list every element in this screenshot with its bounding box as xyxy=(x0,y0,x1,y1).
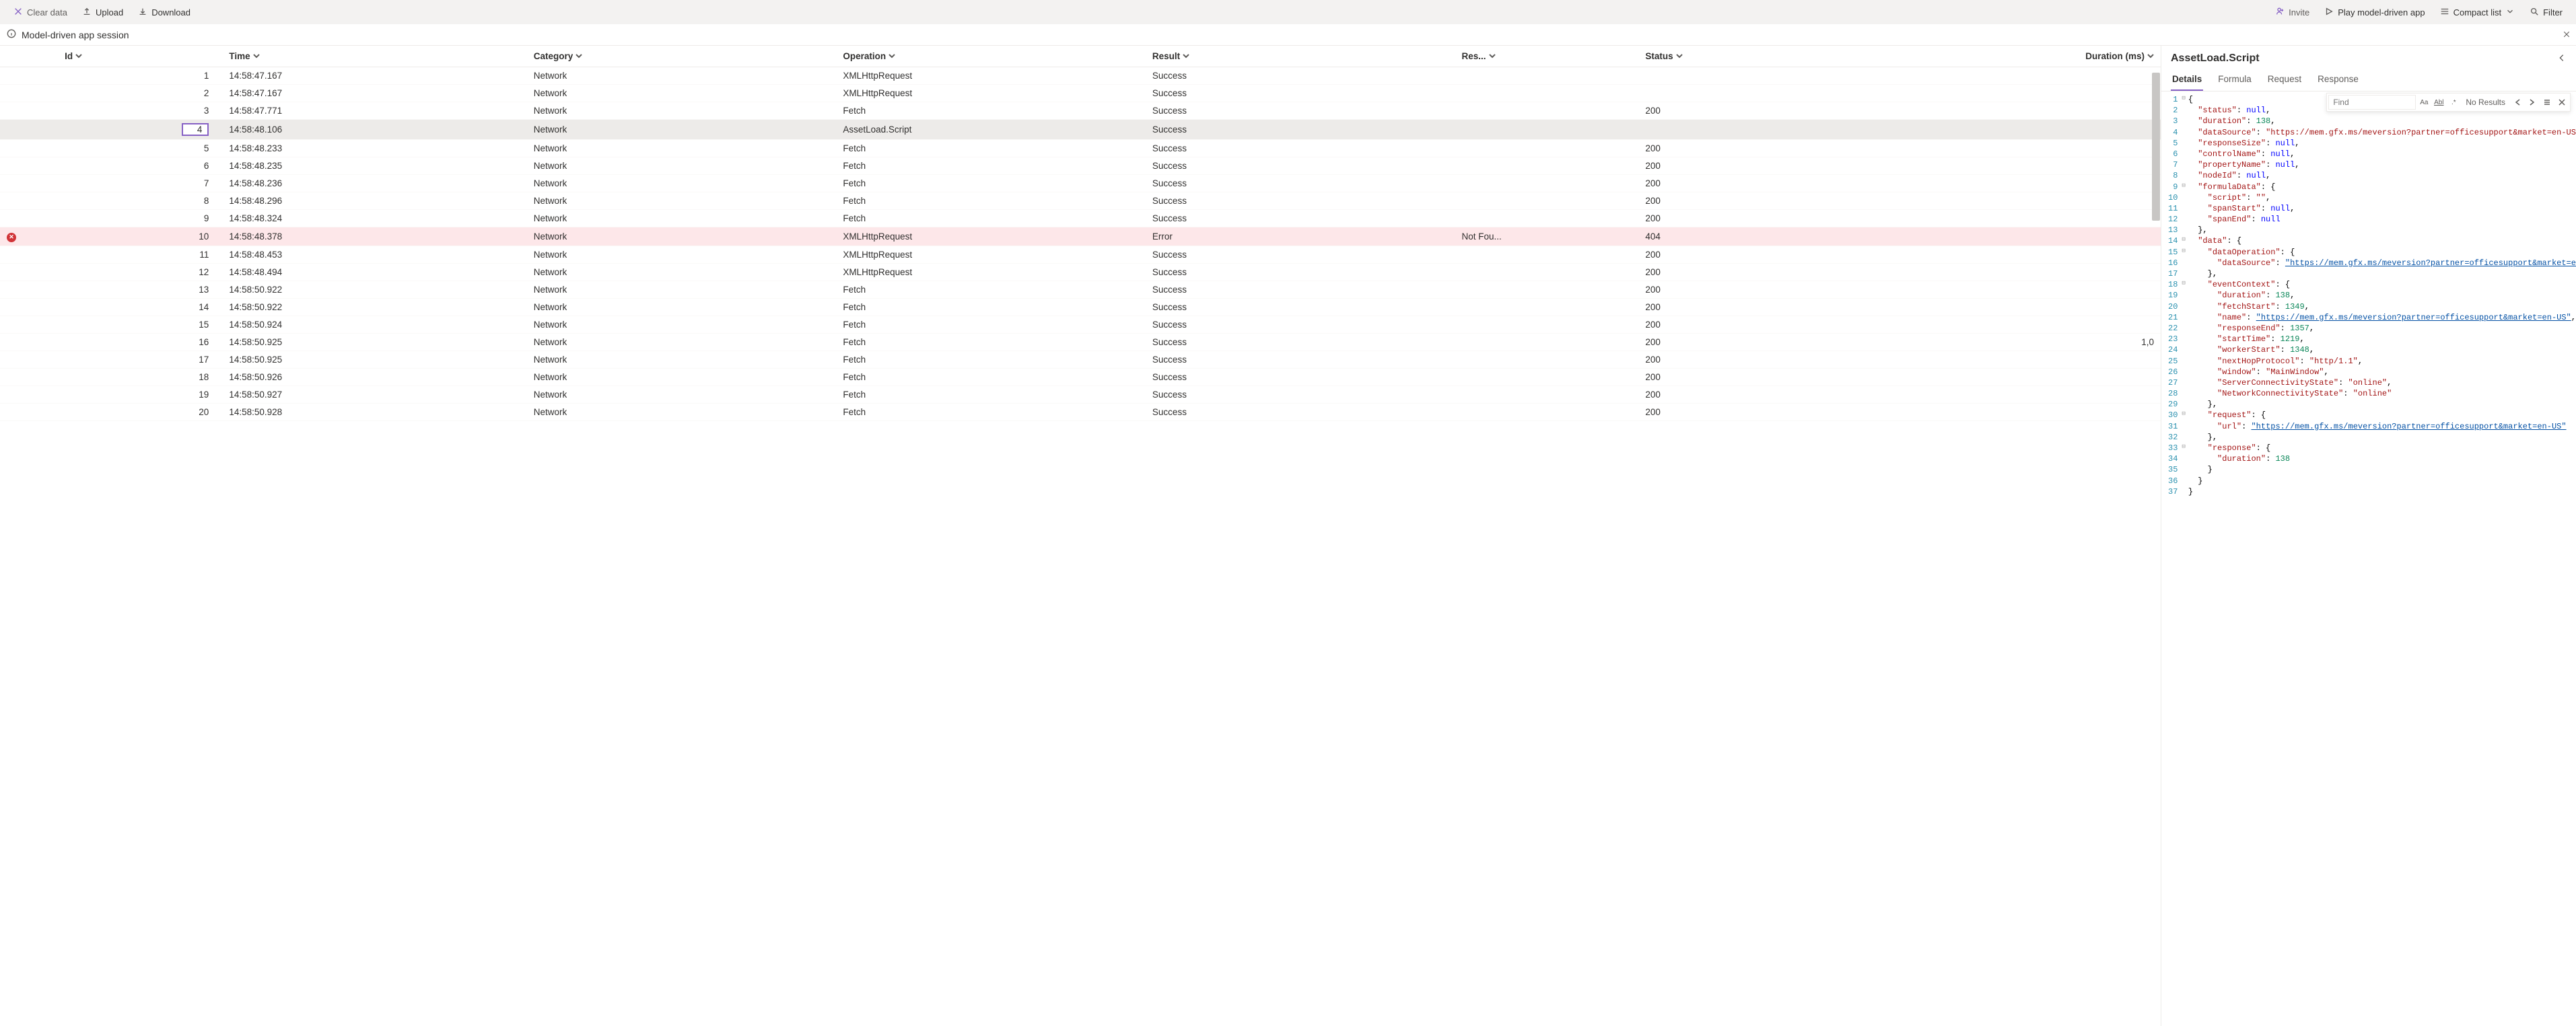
expand-button[interactable] xyxy=(2557,53,2567,65)
table-row[interactable]: 714:58:48.236NetworkFetchSuccess200 xyxy=(0,175,2161,192)
chevron-down-icon xyxy=(2147,51,2154,61)
chevron-down-icon xyxy=(1676,51,1683,61)
col-duration[interactable]: Duration (ms) xyxy=(1871,46,2161,67)
play-icon xyxy=(2324,7,2334,18)
person-icon xyxy=(2275,7,2285,18)
info-icon xyxy=(7,29,16,40)
download-button[interactable]: Download xyxy=(131,4,197,21)
events-table: Id Time Category Operation Result Res...… xyxy=(0,46,2161,421)
invite-button[interactable]: Invite xyxy=(2268,4,2316,21)
table-row[interactable]: 314:58:47.771NetworkFetchSuccess200 xyxy=(0,102,2161,120)
table-row[interactable]: 1614:58:50.925NetworkFetchSuccess2001,0 xyxy=(0,333,2161,351)
table-row[interactable]: 614:58:48.235NetworkFetchSuccess200 xyxy=(0,157,2161,175)
table-row[interactable]: 1414:58:50.922NetworkFetchSuccess200 xyxy=(0,298,2161,316)
tab-request[interactable]: Request xyxy=(2266,69,2303,91)
download-label: Download xyxy=(151,7,190,17)
clear-data-label: Clear data xyxy=(27,7,67,17)
find-next-button[interactable] xyxy=(2526,96,2539,109)
table-row[interactable]: 2014:58:50.928NetworkFetchSuccess200 xyxy=(0,403,2161,420)
col-result-msg[interactable]: Res... xyxy=(1455,46,1639,67)
col-result[interactable]: Result xyxy=(1146,46,1455,67)
chevron-down-icon xyxy=(1489,51,1496,61)
col-category[interactable]: Category xyxy=(527,46,837,67)
table-row[interactable]: 1514:58:50.924NetworkFetchSuccess200 xyxy=(0,316,2161,333)
col-status[interactable]: Status xyxy=(1638,46,1871,67)
upload-button[interactable]: Upload xyxy=(75,4,130,21)
play-app-button[interactable]: Play model-driven app xyxy=(2318,4,2431,21)
chevron-down-icon xyxy=(889,51,895,61)
upload-icon xyxy=(82,7,92,18)
toolbar: Clear data Upload Download Invite Play m… xyxy=(0,0,2576,24)
table-row[interactable]: 814:58:48.296NetworkFetchSuccess200 xyxy=(0,192,2161,210)
regex-button[interactable]: .* xyxy=(2447,96,2460,109)
chevron-down-icon xyxy=(253,51,260,61)
chevron-down-icon xyxy=(75,51,82,61)
find-results-label: No Results xyxy=(2462,98,2509,107)
table-row[interactable]: 1114:58:48.453NetworkXMLHttpRequestSucce… xyxy=(0,246,2161,263)
error-icon: ✕ xyxy=(7,233,16,242)
download-icon xyxy=(138,7,147,18)
match-case-button[interactable]: Aa xyxy=(2417,96,2431,109)
table-row[interactable]: 214:58:47.167NetworkXMLHttpRequestSucces… xyxy=(0,85,2161,102)
table-row[interactable]: 414:58:48.106NetworkAssetLoad.ScriptSucc… xyxy=(0,120,2161,140)
table-row[interactable]: ✕1014:58:48.378NetworkXMLHttpRequestErro… xyxy=(0,227,2161,246)
session-title: Model-driven app session xyxy=(22,30,129,40)
compact-label: Compact list xyxy=(2453,7,2502,17)
table-row[interactable]: 1814:58:50.926NetworkFetchSuccess200 xyxy=(0,368,2161,386)
filter-label: Filter xyxy=(2543,7,2563,17)
filter-button[interactable]: Filter xyxy=(2523,4,2569,21)
tab-details[interactable]: Details xyxy=(2171,69,2203,91)
tab-response[interactable]: Response xyxy=(2316,69,2360,91)
table-row[interactable]: 114:58:47.167NetworkXMLHttpRequestSucces… xyxy=(0,67,2161,85)
col-operation[interactable]: Operation xyxy=(836,46,1146,67)
chevron-down-icon xyxy=(1183,51,1189,61)
col-time[interactable]: Time xyxy=(222,46,526,67)
upload-label: Upload xyxy=(96,7,123,17)
col-id[interactable]: Id xyxy=(58,46,222,67)
session-close-button[interactable] xyxy=(2563,30,2571,40)
invite-label: Invite xyxy=(2289,7,2309,17)
table-row[interactable]: 1914:58:50.927NetworkFetchSuccess200 xyxy=(0,386,2161,403)
find-prev-button[interactable] xyxy=(2511,96,2524,109)
json-editor[interactable]: 1234567891011121314151617181920212223242… xyxy=(2161,91,2576,500)
table-row[interactable]: 1714:58:50.925NetworkFetchSuccess200 xyxy=(0,351,2161,368)
tab-formula[interactable]: Formula xyxy=(2217,69,2253,91)
find-in-selection-button[interactable] xyxy=(2540,96,2554,109)
find-close-button[interactable] xyxy=(2555,96,2569,109)
chevron-down-icon xyxy=(576,51,582,61)
table-row[interactable]: 1314:58:50.922NetworkFetchSuccess200 xyxy=(0,281,2161,298)
list-icon xyxy=(2440,7,2449,18)
detail-title: AssetLoad.Script xyxy=(2171,52,2260,65)
compact-list-button[interactable]: Compact list xyxy=(2433,4,2522,21)
clear-data-button[interactable]: Clear data xyxy=(7,4,74,21)
table-row[interactable]: 914:58:48.324NetworkFetchSuccess200 xyxy=(0,210,2161,227)
search-icon xyxy=(2530,7,2539,18)
session-bar: Model-driven app session xyxy=(0,24,2576,46)
find-bar: Aa Abl .* No Results xyxy=(2326,93,2571,112)
chevron-down-icon xyxy=(2505,7,2515,18)
scrollbar-thumb[interactable] xyxy=(2152,73,2160,221)
close-icon xyxy=(13,7,23,18)
table-row[interactable]: 1214:58:48.494NetworkXMLHttpRequestSucce… xyxy=(0,263,2161,281)
whole-word-button[interactable]: Abl xyxy=(2432,96,2445,109)
table-row[interactable]: 514:58:48.233NetworkFetchSuccess200 xyxy=(0,140,2161,157)
find-input[interactable] xyxy=(2328,95,2416,110)
play-label: Play model-driven app xyxy=(2338,7,2425,17)
